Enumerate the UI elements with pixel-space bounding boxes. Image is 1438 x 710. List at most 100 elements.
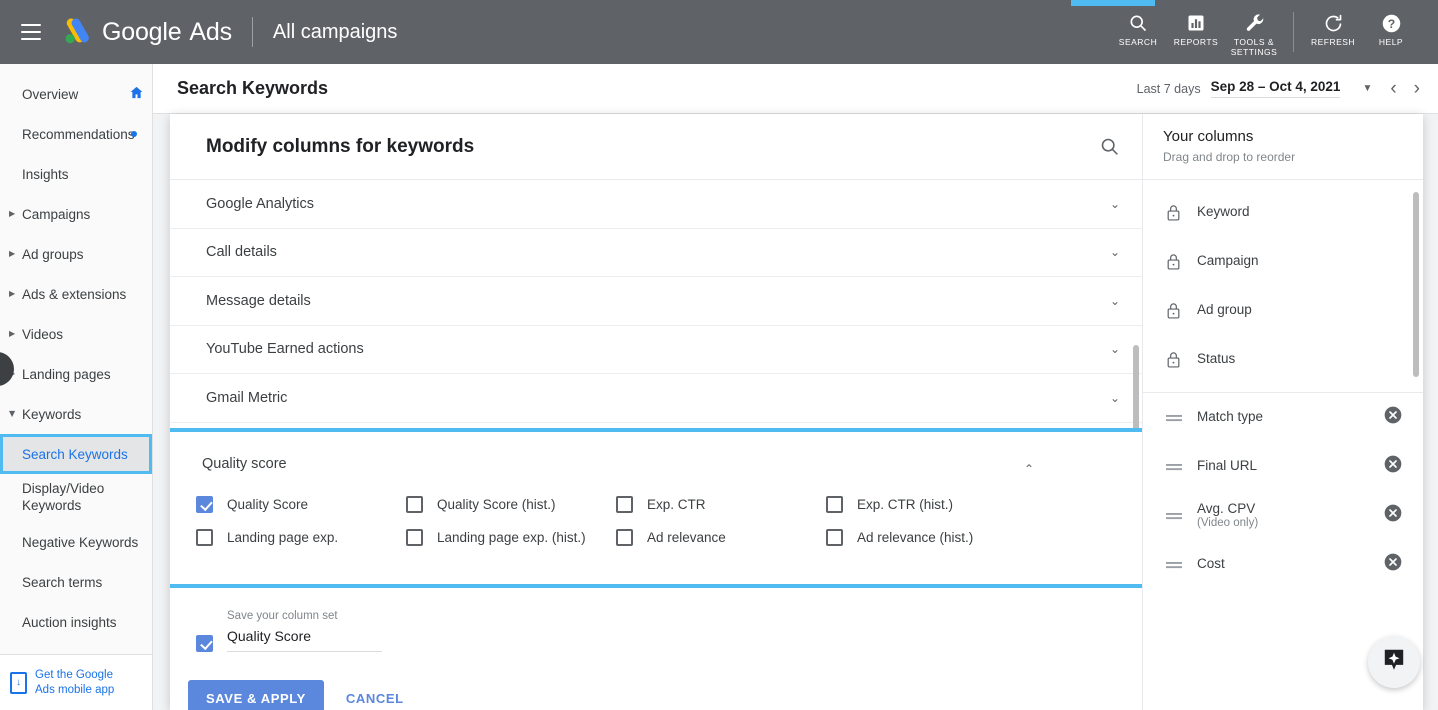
checkbox-exp-ctr-hist[interactable]: Exp. CTR (hist.) xyxy=(826,496,1036,513)
sidebar-item-auction-insights[interactable]: Auction insights xyxy=(0,602,152,642)
column-set-name-field[interactable]: Save your column set Quality Score xyxy=(227,610,382,652)
tools-settings-button[interactable]: TOOLS & SETTINGS xyxy=(1225,10,1283,57)
chevron-right-icon: ▶ xyxy=(9,249,16,258)
quality-score-options: Quality Score Quality Score (hist.) Exp.… xyxy=(196,496,1142,546)
sidebar-item-keywords[interactable]: ▶ Keywords xyxy=(0,394,152,434)
chevron-right-icon: ▶ xyxy=(9,329,16,338)
checkbox-box[interactable] xyxy=(406,496,423,513)
chevron-right-icon: ▶ xyxy=(9,289,16,298)
hamburger-menu-icon[interactable] xyxy=(14,15,48,49)
checkbox-box[interactable] xyxy=(196,529,213,546)
your-columns-title: Your columns xyxy=(1163,128,1254,145)
section-row-call-details[interactable]: Call details ⌄ xyxy=(170,229,1142,277)
section-list-scrollbar[interactable] xyxy=(1133,345,1139,428)
save-column-set-checkbox[interactable] xyxy=(196,635,213,652)
chevron-down-icon: ▶ xyxy=(8,410,18,418)
remove-circle-icon[interactable] xyxy=(1383,552,1403,577)
remove-circle-icon[interactable] xyxy=(1383,454,1403,479)
column-set-name-value[interactable]: Quality Score xyxy=(227,628,382,652)
checkbox-label: Ad relevance xyxy=(647,530,726,545)
drag-handle-icon[interactable] xyxy=(1165,412,1191,424)
help-button-label: HELP xyxy=(1378,37,1404,47)
checkbox-box[interactable] xyxy=(616,496,633,513)
checkbox-quality-score-hist[interactable]: Quality Score (hist.) xyxy=(406,496,616,513)
chevron-down-icon[interactable]: ▼ xyxy=(1362,83,1372,94)
date-preset-label: Last 7 days xyxy=(1136,81,1201,96)
column-item-sublabel: (Video only) xyxy=(1197,516,1259,529)
remove-circle-icon[interactable] xyxy=(1383,405,1403,430)
column-item-label-main: Avg. CPV xyxy=(1197,500,1256,516)
drag-handle-icon[interactable] xyxy=(1165,461,1191,473)
column-item-final-url[interactable]: Final URL xyxy=(1143,442,1423,491)
chevron-right-icon[interactable]: › xyxy=(1414,79,1420,98)
section-row-gmail-metric[interactable]: Gmail Metric ⌄ xyxy=(170,374,1142,423)
your-columns-list: Keyword Campaign Ad group Status Match t… xyxy=(1143,180,1423,638)
google-ads-logo[interactable] xyxy=(60,15,94,49)
get-mobile-app-promo[interactable]: ↓ Get the Google Ads mobile app xyxy=(0,654,152,710)
feedback-button[interactable] xyxy=(1368,636,1420,688)
sidebar-item-display-video-keywords[interactable]: Display/Video Keywords xyxy=(0,474,152,522)
section-row-google-analytics[interactable]: Google Analytics ⌄ xyxy=(170,180,1142,229)
sidebar-item-search-terms[interactable]: Search terms xyxy=(0,562,152,602)
drag-handle-icon[interactable] xyxy=(1165,510,1191,522)
column-item-label: Match type xyxy=(1197,409,1264,425)
brand-google-text: Google xyxy=(102,17,182,46)
brand-ads-text: Ads xyxy=(189,17,232,46)
sidebar-item-label-line2: Keywords xyxy=(22,498,82,513)
reports-button[interactable]: REPORTS xyxy=(1167,10,1225,48)
cancel-button[interactable]: CANCEL xyxy=(332,680,418,710)
section-label: Gmail Metric xyxy=(206,389,288,406)
sidebar-item-insights[interactable]: Insights xyxy=(0,154,152,194)
help-button[interactable]: ? HELP xyxy=(1362,10,1420,48)
sidebar-item-ad-groups[interactable]: ▶ Ad groups xyxy=(0,234,152,274)
checkbox-box[interactable] xyxy=(826,529,843,546)
checkbox-ad-relevance[interactable]: Ad relevance xyxy=(616,529,826,546)
tools-label-line2: SETTINGS xyxy=(1230,46,1278,57)
account-name[interactable]: All campaigns xyxy=(273,21,398,44)
your-columns-scrollbar[interactable] xyxy=(1413,192,1419,377)
sidebar-item-ads-extensions[interactable]: ▶ Ads & extensions xyxy=(0,274,152,314)
column-item-label: Cost xyxy=(1197,556,1225,572)
section-row-message-details[interactable]: Message details ⌄ xyxy=(170,277,1142,326)
sidebar-item-landing-pages[interactable]: ▶ Landing pages xyxy=(0,354,152,394)
search-icon[interactable] xyxy=(1099,136,1120,157)
checkbox-quality-score[interactable]: Quality Score xyxy=(196,496,406,513)
checkbox-box[interactable] xyxy=(196,496,213,513)
sidebar-item-label: Campaigns xyxy=(22,206,91,222)
sidebar-item-negative-keywords[interactable]: Negative Keywords xyxy=(0,522,152,562)
checkbox-exp-ctr[interactable]: Exp. CTR xyxy=(616,496,826,513)
lock-icon xyxy=(1165,350,1191,369)
remove-circle-icon[interactable] xyxy=(1383,503,1403,528)
chevron-down-icon: ⌄ xyxy=(1109,196,1120,211)
checkbox-box[interactable] xyxy=(406,529,423,546)
checkbox-box[interactable] xyxy=(826,496,843,513)
column-item-keyword: Keyword xyxy=(1143,188,1423,237)
drag-handle-icon[interactable] xyxy=(1165,559,1191,571)
checkbox-box[interactable] xyxy=(616,529,633,546)
sidebar-item-search-keywords[interactable]: Search Keywords xyxy=(0,434,152,474)
save-and-apply-button[interactable]: SAVE & APPLY xyxy=(188,680,324,710)
sidebar-item-campaigns[interactable]: ▶ Campaigns xyxy=(0,194,152,234)
column-item-label: Final URL xyxy=(1197,458,1258,474)
checkbox-landing-page-exp[interactable]: Landing page exp. xyxy=(196,529,406,546)
search-button[interactable]: SEARCH xyxy=(1109,10,1167,48)
sidebar-item-videos[interactable]: ▶ Videos xyxy=(0,314,152,354)
appbar-divider xyxy=(251,17,253,47)
checkbox-ad-relevance-hist[interactable]: Ad relevance (hist.) xyxy=(826,529,1036,546)
dialog-actions: SAVE & APPLY CANCEL xyxy=(188,680,1142,710)
date-range-value[interactable]: Sep 28 – Oct 4, 2021 xyxy=(1210,79,1341,98)
refresh-button[interactable]: REFRESH xyxy=(1304,10,1362,48)
column-item-cost[interactable]: Cost xyxy=(1143,540,1423,589)
column-item-avg-cpv[interactable]: Avg. CPV (Video only) xyxy=(1143,491,1423,540)
dialog-title: Modify columns for keywords xyxy=(206,135,475,157)
section-row-youtube-earned-actions[interactable]: YouTube Earned actions ⌄ xyxy=(170,326,1142,374)
checkbox-landing-page-exp-hist[interactable]: Landing page exp. (hist.) xyxy=(406,529,616,546)
chevron-up-icon[interactable]: ⌃ xyxy=(1024,462,1034,476)
checkbox-label: Quality Score (hist.) xyxy=(437,497,556,512)
column-sections-list: Google Analytics ⌄ Call details ⌄ Messag… xyxy=(170,180,1142,428)
sidebar-item-recommendations[interactable]: Recommendations xyxy=(0,114,152,154)
mobile-download-icon: ↓ xyxy=(10,671,27,694)
sidebar-item-overview[interactable]: Overview xyxy=(0,74,152,114)
column-item-match-type[interactable]: Match type xyxy=(1143,393,1423,442)
chevron-left-icon[interactable]: ‹ xyxy=(1390,79,1396,98)
